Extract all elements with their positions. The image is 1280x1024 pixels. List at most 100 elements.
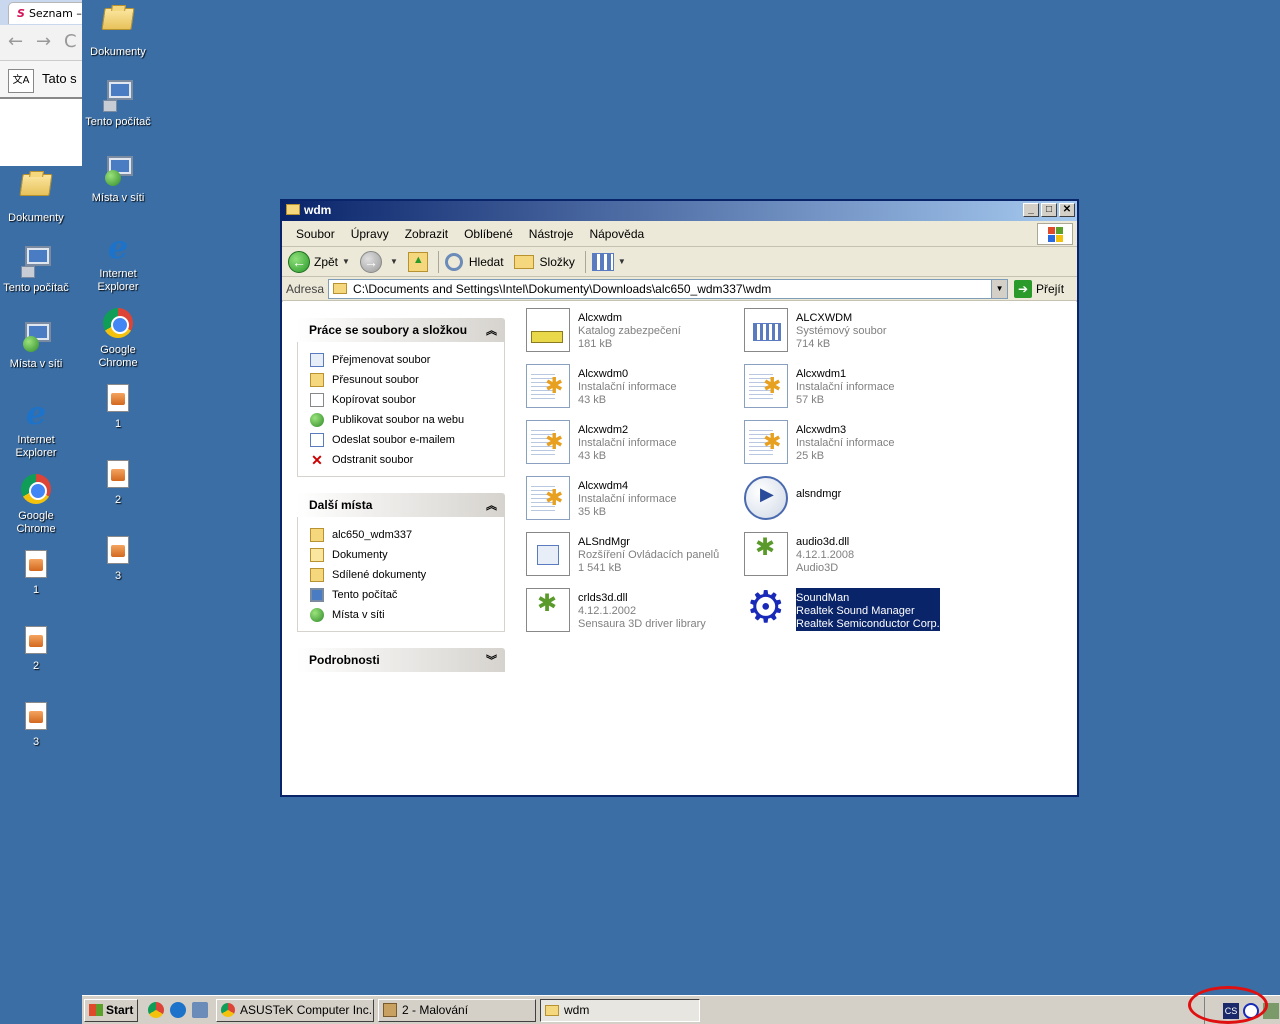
desktop-icon[interactable]: 3 (80, 534, 156, 583)
task-delete[interactable]: ✕ Odstranit soubor (310, 450, 504, 470)
desktop-icon[interactable]: 2 (0, 624, 74, 673)
expand-icon[interactable]: ︾ (486, 652, 497, 668)
reload-icon[interactable]: C (64, 31, 77, 52)
desktop-icon[interactable]: e Internet Explorer (0, 396, 74, 460)
ie-icon[interactable] (170, 1002, 186, 1018)
desktop-icon[interactable]: 1 (80, 382, 156, 431)
minimize-button[interactable]: _ (1023, 203, 1039, 217)
desktop-icon[interactable]: Tento počítač (0, 244, 74, 295)
file-item[interactable]: Alcxwdm Katalog zabezpečení 181 kB (526, 308, 738, 360)
file-tasks-header[interactable]: Práce se soubory a složkou ︽ (297, 318, 505, 342)
start-button[interactable]: Start (84, 998, 138, 1022)
file-item[interactable]: alsndmgr (744, 476, 956, 528)
file-item[interactable]: Alcxwdm0Instalační informace43 kB (526, 364, 738, 416)
menu-file[interactable]: Soubor (288, 227, 343, 241)
desktop-icon[interactable]: 3 (0, 700, 74, 749)
task-rename[interactable]: Přejmenovat soubor (310, 350, 504, 370)
forward-arrow-icon[interactable]: → (36, 31, 51, 52)
address-path: C:\Documents and Settings\Intel\Dokument… (353, 281, 772, 296)
paint-icon (383, 1003, 397, 1017)
desktop-icon[interactable]: Tento počítač (80, 78, 156, 129)
place-shared-documents[interactable]: Sdílené dokumenty (310, 565, 504, 585)
file-item[interactable]: Alcxwdm4Instalační informace35 kB (526, 476, 738, 528)
forward-button[interactable]: → ▼ (359, 250, 398, 273)
other-places-panel: Další místa ︽ alc650_wdm337 Dokumenty Sd… (297, 493, 505, 632)
image-file-icon (25, 626, 47, 654)
background-browser-window[interactable]: S Seznam – ← → C 文A Tato s (0, 0, 82, 166)
chrome-icon[interactable] (148, 1002, 164, 1018)
close-button[interactable]: ✕ (1059, 203, 1075, 217)
task-copy[interactable]: Kopírovat soubor (310, 390, 504, 410)
menu-edit[interactable]: Úpravy (343, 227, 397, 241)
file-item[interactable]: Alcxwdm2Instalační informace43 kB (526, 420, 738, 472)
show-desktop-icon[interactable] (192, 1002, 208, 1018)
task-move[interactable]: Přesunout soubor (310, 370, 504, 390)
go-arrow-icon: ➔ (1014, 279, 1033, 298)
collapse-icon[interactable]: ︽ (486, 497, 497, 513)
file-item[interactable]: ALCXWDM Systémový soubor 714 kB (744, 308, 956, 360)
explorer-window[interactable]: wdm _ □ ✕ Soubor Úpravy Zobrazit Oblíben… (280, 199, 1079, 797)
file-name: Alcxwdm4 (578, 480, 629, 492)
task-publish[interactable]: Publikovat soubor na webu (310, 410, 504, 430)
chevron-down-icon[interactable]: ▼ (991, 279, 1008, 298)
file-item[interactable]: Alcxwdm3Instalační informace25 kB (744, 420, 956, 472)
back-arrow-icon[interactable]: ← (8, 31, 23, 52)
desktop-icon[interactable]: Dokumenty (80, 2, 156, 59)
file-item[interactable]: ALSndMgr Rozšíření Ovládacích panelů 1 541… (526, 532, 738, 584)
desktop-icon[interactable]: 1 (0, 548, 74, 597)
place-documents[interactable]: Dokumenty (310, 545, 504, 565)
task-chrome[interactable]: ASUSTeK Computer Inc. ... (216, 998, 374, 1022)
desktop-icon[interactable]: Dokumenty (0, 168, 74, 225)
task-explorer[interactable]: wdm (540, 998, 700, 1022)
file-name: ALCXWDM (796, 312, 853, 324)
file-item[interactable]: crlds3d.dll4.12.1.2002Sensaura 3D driver… (526, 588, 738, 640)
place-parent-folder[interactable]: alc650_wdm337 (310, 525, 504, 545)
file-size: 43 kB (578, 394, 607, 406)
file-item[interactable]: SoundManRealtek Sound ManagerRealtek Sem… (744, 584, 956, 640)
task-label: Odeslat soubor e-mailem (332, 434, 455, 446)
task-paint[interactable]: 2 - Malování (378, 998, 536, 1022)
file-item[interactable]: Alcxwdm1Instalační informace57 kB (744, 364, 956, 416)
desktop-icon[interactable]: Google Chrome (80, 306, 156, 370)
back-button[interactable]: ← Zpět ▼ (288, 250, 350, 273)
browser-tab[interactable]: S Seznam – (8, 2, 82, 24)
menu-favorites[interactable]: Oblíbené (456, 227, 521, 241)
my-computer-icon (19, 244, 53, 278)
place-network[interactable]: Místa v síti (310, 605, 504, 625)
chevron-down-icon[interactable]: ▼ (390, 257, 398, 266)
desktop-icon[interactable]: Místa v síti (0, 320, 74, 371)
task-pane: Práce se soubory a složkou ︽ Přejmenovat… (297, 318, 505, 688)
task-email[interactable]: Odeslat soubor e-mailem (310, 430, 504, 450)
desktop-icon[interactable]: Místa v síti (80, 154, 156, 205)
desktop-icon[interactable]: Google Chrome (0, 472, 74, 536)
file-name: Alcxwdm (578, 312, 623, 324)
file-text: Alcxwdm1 Instalační informace 57 kB (796, 364, 894, 407)
place-label: Sdílené dokumenty (332, 569, 427, 581)
menu-view[interactable]: Zobrazit (397, 227, 456, 241)
folders-button[interactable]: Složky (513, 254, 575, 269)
translate-icon[interactable]: 文A (8, 69, 34, 93)
translate-bar: 文A Tato s (0, 61, 82, 99)
folder-up-icon[interactable] (407, 251, 428, 272)
views-button[interactable]: ▼ (591, 252, 626, 271)
menu-tools[interactable]: Nástroje (521, 227, 582, 241)
chevron-down-icon: ▼ (617, 257, 626, 266)
chevron-down-icon[interactable]: ▼ (342, 257, 350, 266)
file-text: Alcxwdm3 Instalační informace 25 kB (796, 420, 894, 463)
search-button[interactable]: Hledat (444, 252, 504, 271)
file-item[interactable]: audio3d.dll4.12.1.2008Audio3D (744, 532, 956, 584)
desktop-icon[interactable]: 2 (80, 458, 156, 507)
title-bar[interactable]: wdm _ □ ✕ (282, 201, 1077, 221)
my-computer-icon (101, 78, 135, 112)
address-input[interactable]: C:\Documents and Settings\Intel\Dokument… (328, 278, 1009, 299)
desktop-icon[interactable]: e Internet Explorer (80, 230, 156, 294)
other-places-header[interactable]: Další místa ︽ (297, 493, 505, 517)
place-my-computer[interactable]: Tento počítač (310, 585, 504, 605)
file-type: 4.12.1.2002 (578, 605, 637, 617)
collapse-icon[interactable]: ︽ (486, 322, 497, 338)
maximize-button[interactable]: □ (1041, 203, 1057, 217)
views-icon (591, 252, 614, 271)
menu-help[interactable]: Nápověda (581, 227, 652, 241)
go-button[interactable]: ➔ Přejít (1014, 279, 1064, 298)
details-header[interactable]: Podrobnosti ︾ (297, 648, 505, 672)
